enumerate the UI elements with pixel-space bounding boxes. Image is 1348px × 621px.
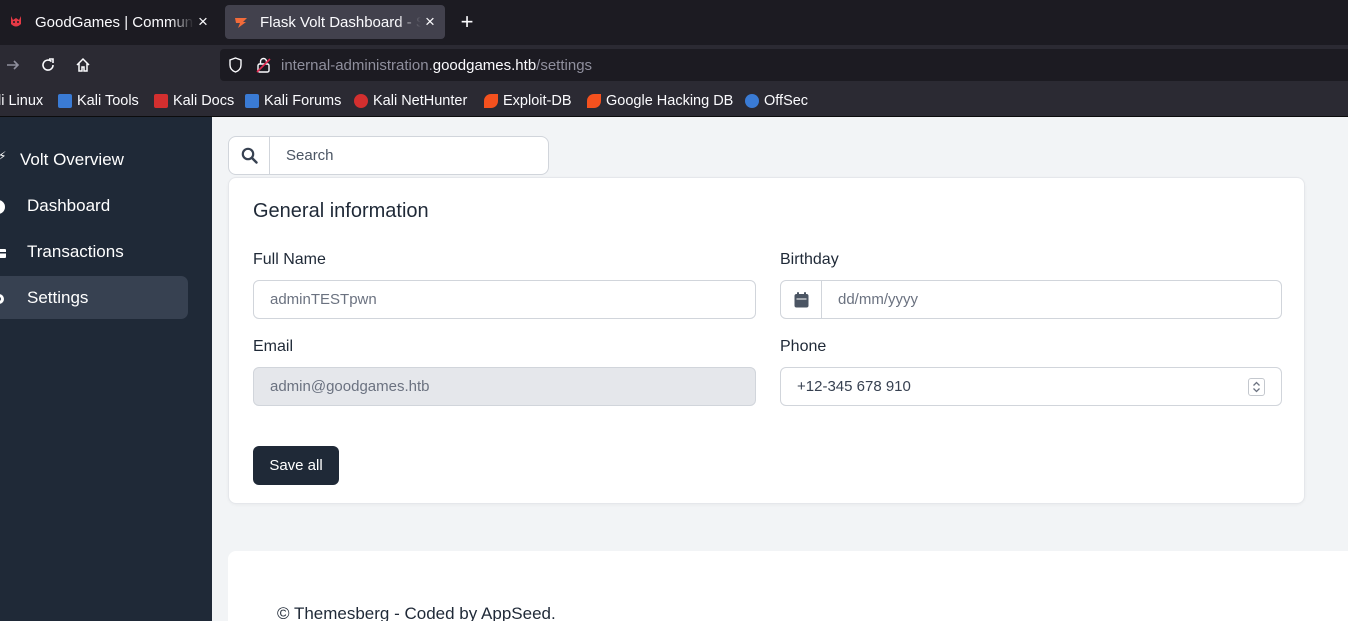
birthday-input[interactable] [822, 281, 1281, 318]
save-all-button[interactable]: Save all [253, 446, 339, 485]
number-spinner-icon[interactable] [1248, 378, 1265, 396]
kali-forums-icon [245, 94, 259, 108]
bookmark-kali-docs[interactable]: Kali Docs [154, 92, 234, 110]
reload-icon[interactable] [37, 54, 59, 76]
shield-icon[interactable] [228, 57, 243, 78]
url-bar[interactable]: internal-administration.goodgames.htb/se… [220, 49, 1348, 81]
brand-title[interactable]: Volt Overview [20, 150, 124, 170]
bookmark-kali-nethunter[interactable]: Kali NetHunter [354, 92, 467, 110]
bookmarks-bar: li Linux Kali Tools Kali Docs Kali Forum… [0, 85, 1348, 117]
general-information-card: General information Full Name Birthday E… [228, 177, 1305, 504]
pie-chart-icon [0, 199, 8, 214]
main-content: General information Full Name Birthday E… [212, 117, 1348, 621]
gear-icon [0, 291, 8, 305]
bookmark-label: Exploit-DB [503, 93, 572, 109]
exploit-db-icon [484, 94, 498, 108]
bookmark-exploit-db[interactable]: Exploit-DB [484, 92, 572, 110]
email-label: Email [253, 338, 294, 355]
browser-tab-bar: GoodGames | Community and Store × Flask … [0, 0, 1348, 45]
phone-field-wrapper [780, 367, 1282, 406]
new-tab-button[interactable]: + [455, 9, 479, 35]
bookmark-offsec[interactable]: OffSec [745, 92, 808, 110]
email-field-wrapper [253, 367, 756, 406]
bolt-icon: ⚡ [0, 149, 7, 163]
home-icon[interactable] [72, 54, 94, 76]
tab-title: Flask Volt Dashboard - Settings [260, 13, 421, 31]
bookmark-label: Google Hacking DB [606, 93, 734, 109]
kali-nethunter-icon [354, 94, 368, 108]
bookmark-label: Kali Tools [77, 93, 139, 109]
close-tab-icon[interactable]: × [421, 12, 439, 32]
bookmark-kali-tools[interactable]: Kali Tools [58, 92, 139, 110]
calendar-icon[interactable] [781, 281, 822, 318]
tab-title: GoodGames | Community and Store [35, 13, 194, 31]
bookmark-label: li Linux [0, 93, 44, 109]
bookmark-label: Kali NetHunter [373, 93, 468, 109]
ghdb-icon [587, 94, 601, 108]
birthday-field-wrapper [780, 280, 1282, 319]
full-name-field-wrapper [253, 280, 756, 319]
search-icon[interactable] [229, 137, 270, 174]
kali-tools-icon [58, 94, 72, 108]
bookmark-label: Kali Docs [173, 93, 235, 109]
bookmark-google-hacking-db[interactable]: Google Hacking DB [587, 92, 733, 110]
sidebar: ⚡ Volt Overview Dashboard Transactions S… [0, 117, 212, 621]
footer-credits: © Themesberg - Coded by AppSeed. [277, 604, 556, 621]
bookmark-kali-forums[interactable]: Kali Forums [245, 92, 341, 110]
offsec-icon [745, 94, 759, 108]
url-text: internal-administration.goodgames.htb/se… [281, 57, 592, 74]
card-title: General information [253, 200, 429, 222]
url-subdomain: internal-administration. [281, 57, 433, 74]
credit-card-icon [0, 245, 8, 259]
phone-label: Phone [780, 338, 827, 355]
birthday-label: Birthday [780, 251, 839, 268]
sidebar-item-label: Settings [27, 287, 89, 307]
sidebar-item-settings[interactable]: Settings [0, 276, 188, 319]
tab-flask-volt[interactable]: Flask Volt Dashboard - Settings × [225, 5, 445, 39]
insecure-lock-icon[interactable] [256, 57, 271, 78]
close-tab-icon[interactable]: × [194, 12, 212, 32]
forward-arrow-icon[interactable] [2, 54, 24, 76]
search-box [228, 136, 549, 175]
full-name-label: Full Name [253, 251, 326, 268]
search-input[interactable] [270, 137, 548, 174]
footer: © Themesberg - Coded by AppSeed. [228, 551, 1348, 621]
browser-nav-bar: internal-administration.goodgames.htb/se… [0, 45, 1348, 85]
tab-goodgames[interactable]: GoodGames | Community and Store × [0, 5, 218, 39]
bookmark-label: OffSec [764, 93, 809, 109]
email-field[interactable] [254, 368, 755, 405]
sidebar-item-label: Transactions [27, 241, 124, 261]
goodgames-favicon-icon [8, 14, 24, 30]
sidebar-item-transactions[interactable]: Transactions [0, 230, 188, 273]
url-domain: goodgames.htb [432, 57, 537, 74]
bookmark-label: Kali Forums [264, 93, 342, 109]
sidebar-item-dashboard[interactable]: Dashboard [0, 184, 188, 227]
sidebar-item-label: Dashboard [27, 195, 111, 215]
full-name-input[interactable] [254, 281, 755, 318]
bookmark-kali-linux[interactable]: li Linux [0, 92, 43, 110]
url-path: /settings [536, 57, 593, 74]
phone-input[interactable] [781, 368, 1281, 405]
kali-docs-icon [154, 94, 168, 108]
volt-favicon-icon [233, 14, 249, 30]
